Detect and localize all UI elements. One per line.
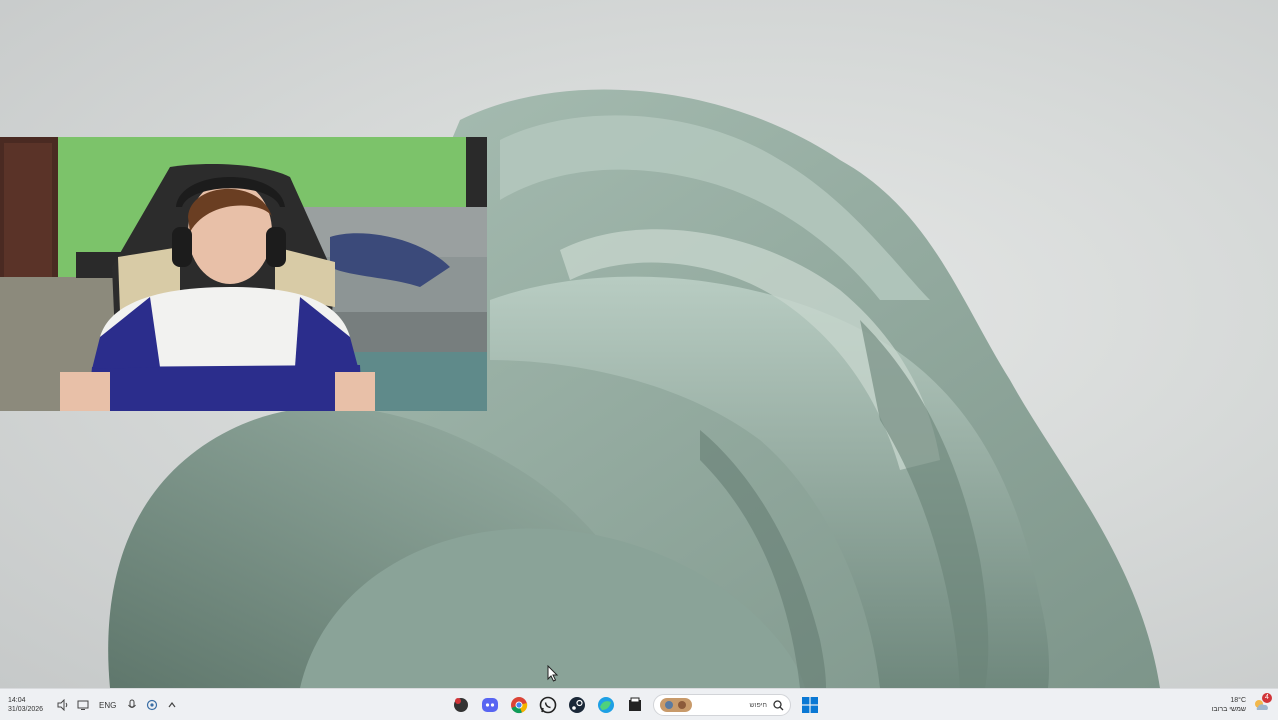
- chevron-up-icon[interactable]: [165, 698, 179, 712]
- system-tray-right: 18°C שמשי ברובו 4: [1212, 689, 1272, 721]
- search-placeholder: חיפוש: [749, 701, 767, 709]
- volume-icon[interactable]: [56, 698, 70, 712]
- taskbar: 14:04 31/03/2026 ENG חיפוש 18°C שמשי ברו…: [0, 688, 1278, 720]
- edge-icon[interactable]: [594, 693, 618, 717]
- windows-logo-icon: [801, 697, 818, 713]
- webcam-feed-image: [0, 137, 487, 411]
- weather-temp: 18°C: [1230, 697, 1246, 704]
- desktop[interactable]: [0, 0, 1278, 688]
- discord-icon[interactable]: [478, 693, 502, 717]
- clock-time: 14:04: [8, 697, 26, 704]
- chrome-icon[interactable]: [507, 693, 531, 717]
- microphone-icon[interactable]: [125, 698, 139, 712]
- search-icon: [773, 699, 784, 710]
- system-tray-left: 14:04 31/03/2026 ENG: [8, 689, 182, 721]
- clock[interactable]: 14:04 31/03/2026: [8, 696, 43, 714]
- security-icon[interactable]: [145, 698, 159, 712]
- language-indicator[interactable]: ENG: [99, 701, 116, 710]
- network-icon[interactable]: [76, 698, 90, 712]
- file-explorer-icon[interactable]: [623, 693, 647, 717]
- weather-status: שמשי ברובו: [1211, 706, 1246, 713]
- dino-app-icon[interactable]: [449, 693, 473, 717]
- whatsapp-icon[interactable]: [536, 693, 560, 717]
- steam-icon[interactable]: [565, 693, 589, 717]
- notification-center[interactable]: 4: [1252, 693, 1272, 714]
- search-box[interactable]: חיפוש: [653, 694, 791, 716]
- mouse-cursor: [547, 665, 559, 682]
- webcam-overlay: [0, 137, 487, 411]
- notification-badge: 4: [1262, 693, 1272, 703]
- start-button[interactable]: [798, 693, 822, 717]
- clock-date: 31/03/2026: [8, 706, 44, 713]
- search-thumbnail-icon: [660, 698, 692, 712]
- taskbar-apps: חיפוש: [446, 689, 824, 721]
- weather-widget[interactable]: 18°C שמשי ברובו: [1212, 696, 1246, 714]
